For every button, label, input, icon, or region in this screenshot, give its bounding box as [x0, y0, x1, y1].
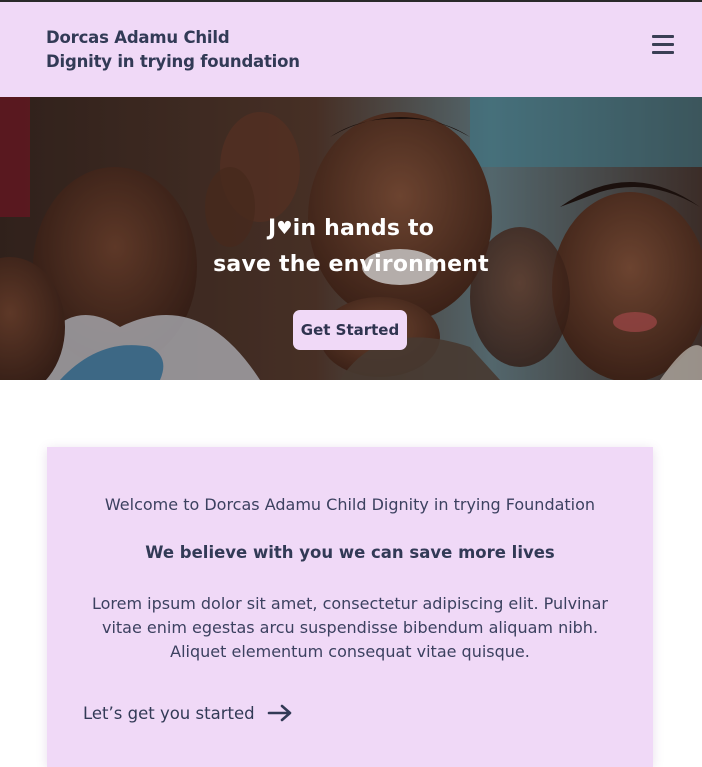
get-started-button[interactable]: Get Started: [293, 310, 407, 350]
get-you-started-link[interactable]: Let’s get you started: [83, 699, 293, 727]
brand-line-2: Dignity in trying foundation: [46, 52, 300, 71]
hero-title-line-2: save the environment: [213, 252, 489, 277]
body-text: Lorem ipsum dolor sit amet, consectetur …: [91, 594, 608, 661]
hero-title-line-1: J♥in hands to: [0, 211, 702, 248]
welcome-text: Welcome to Dorcas Adamu Child Dignity in…: [104, 495, 596, 514]
welcome-card: Welcome to Dorcas Adamu Child Dignity in…: [47, 447, 653, 767]
brand-name[interactable]: Dorcas Adamu Child Dignity in trying fou…: [46, 26, 300, 74]
belief-heading: We believe with you we can save more liv…: [145, 543, 555, 562]
site-header: Dorcas Adamu Child Dignity in trying fou…: [0, 2, 702, 97]
brand-line-1: Dorcas Adamu Child: [46, 28, 230, 47]
hamburger-menu-icon[interactable]: [646, 30, 680, 58]
arrow-right-icon: [267, 704, 291, 722]
get-you-started-label: Let’s get you started: [83, 703, 255, 723]
hero-banner: J♥in hands to save the environment Get S…: [0, 97, 702, 380]
heart-icon: ♥: [276, 218, 293, 239]
